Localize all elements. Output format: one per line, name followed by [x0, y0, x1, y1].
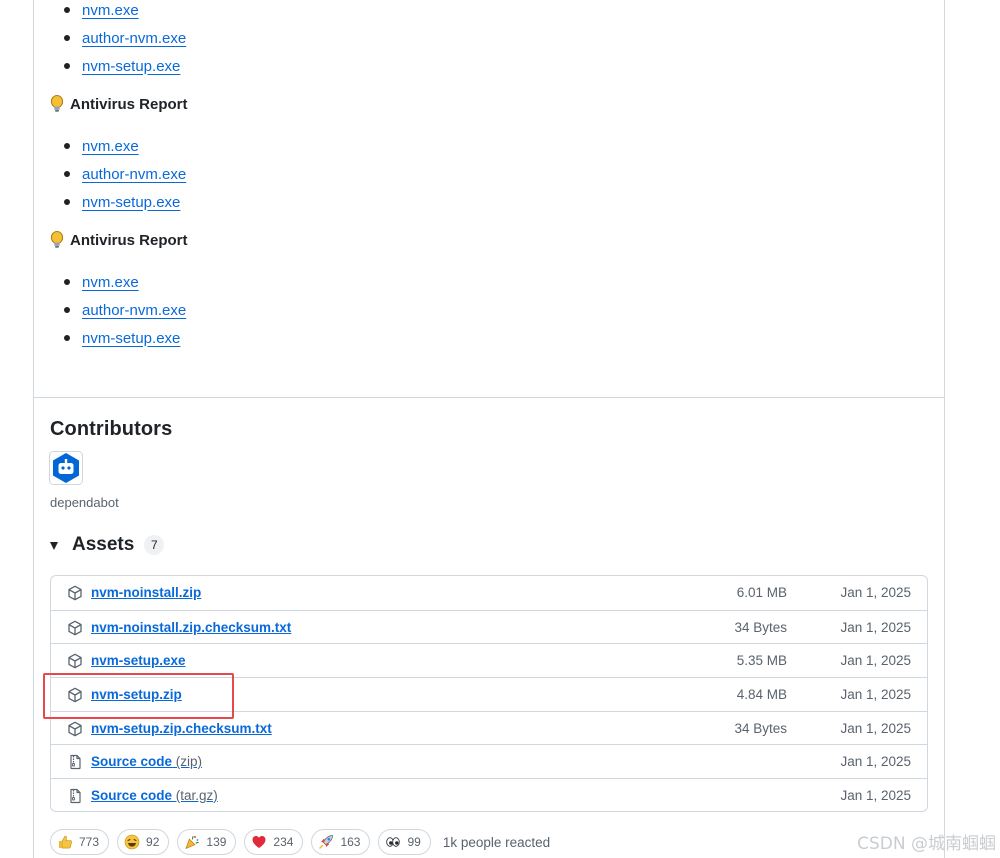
reaction-thumbs-up[interactable]: 773: [50, 829, 110, 855]
report-link-nvm-setup-exe[interactable]: nvm-setup.exe: [82, 58, 180, 75]
contributors-title: Contributors: [50, 418, 173, 440]
package-icon: [68, 654, 82, 669]
asset-link[interactable]: nvm-setup.zip.checksum.txt: [91, 721, 272, 736]
reactions-bar: 773 92 139 234 163 99 1k people reacted: [50, 829, 550, 855]
reaction-heart[interactable]: 234: [244, 829, 304, 855]
asset-size: 6.01 MB: [736, 585, 787, 601]
asset-date: Jan 1, 2025: [840, 754, 911, 770]
assets-title: Assets: [72, 534, 135, 555]
rocket-icon: [319, 835, 334, 849]
heart-icon: [252, 836, 266, 848]
eyes-icon: [386, 837, 401, 847]
list-item: nvm-setup.exe: [62, 52, 186, 80]
asset-link[interactable]: nvm-setup.exe: [91, 653, 186, 668]
assets-count-badge: 7: [144, 535, 165, 555]
annotation-highlight-box: [43, 673, 234, 719]
antivirus-report-heading: Antivirus Report: [50, 231, 188, 249]
report-link-nvm-exe[interactable]: nvm.exe: [82, 274, 139, 291]
section-divider: [33, 397, 945, 398]
asset-size: 34 Bytes: [734, 619, 787, 635]
asset-date: Jan 1, 2025: [840, 585, 911, 601]
list-item: nvm.exe: [62, 0, 186, 24]
asset-link[interactable]: Source code (zip): [91, 754, 202, 769]
report-link-nvm-setup-exe[interactable]: nvm-setup.exe: [82, 330, 180, 347]
file-zip-icon: [70, 755, 81, 770]
asset-row: Source code (tar.gz) Jan 1, 2025: [51, 778, 927, 811]
reactions-summary: 1k people reacted: [442, 834, 551, 850]
report-link-nvm-setup-exe[interactable]: nvm-setup.exe: [82, 194, 180, 211]
package-icon: [68, 620, 82, 636]
package-icon: [68, 585, 82, 601]
list-item: nvm.exe: [62, 268, 186, 296]
thumbs-up-icon: [59, 835, 72, 849]
hooray-icon: [185, 836, 200, 850]
dependabot-avatar-icon[interactable]: [49, 451, 83, 485]
asset-date: Jan 1, 2025: [840, 720, 911, 736]
report-links-1: nvm.exe author-nvm.exe nvm-setup.exe: [62, 0, 186, 80]
light-bulb-icon: [50, 95, 64, 112]
asset-row: Source code (zip) Jan 1, 2025: [51, 744, 927, 778]
report-links-2: nvm.exe author-nvm.exe nvm-setup.exe: [62, 132, 186, 216]
light-bulb-icon: [50, 231, 64, 248]
contributor-name[interactable]: dependabot: [50, 495, 119, 510]
asset-row: nvm-noinstall.zip 6.01 MB Jan 1, 2025: [51, 576, 927, 610]
list-item: author-nvm.exe: [62, 296, 186, 324]
asset-date: Jan 1, 2025: [840, 619, 911, 635]
report-link-nvm-exe[interactable]: nvm.exe: [82, 2, 139, 19]
reaction-eyes[interactable]: 99: [378, 829, 431, 855]
asset-row: nvm-noinstall.zip.checksum.txt 34 Bytes …: [51, 609, 927, 644]
asset-size: 5.35 MB: [736, 653, 787, 669]
report-links-3: nvm.exe author-nvm.exe nvm-setup.exe: [62, 268, 186, 352]
report-heading-text: Antivirus Report: [70, 231, 188, 249]
reaction-laugh[interactable]: 92: [117, 829, 170, 855]
asset-date: Jan 1, 2025: [840, 686, 911, 702]
list-item: author-nvm.exe: [62, 160, 186, 188]
asset-link[interactable]: nvm-noinstall.zip: [91, 585, 201, 600]
triangle-down-icon: [50, 542, 58, 550]
file-zip-icon: [70, 789, 81, 804]
report-link-author-nvm-exe[interactable]: author-nvm.exe: [82, 302, 186, 319]
asset-date: Jan 1, 2025: [840, 787, 911, 803]
package-icon: [68, 721, 82, 737]
asset-link[interactable]: nvm-noinstall.zip.checksum.txt: [91, 620, 291, 635]
reaction-hooray[interactable]: 139: [177, 829, 237, 855]
asset-link[interactable]: Source code (tar.gz): [91, 788, 218, 803]
asset-row: nvm-setup.exe 5.35 MB Jan 1, 2025: [51, 643, 927, 677]
report-link-author-nvm-exe[interactable]: author-nvm.exe: [82, 30, 186, 47]
report-link-nvm-exe[interactable]: nvm.exe: [82, 138, 139, 155]
asset-date: Jan 1, 2025: [840, 653, 911, 669]
asset-size: 34 Bytes: [734, 720, 787, 736]
list-item: nvm-setup.exe: [62, 188, 186, 216]
list-item: nvm.exe: [62, 132, 186, 160]
antivirus-report-heading: Antivirus Report: [50, 95, 188, 113]
assets-summary-toggle[interactable]: Assets 7: [50, 534, 165, 556]
report-heading-text: Antivirus Report: [70, 95, 188, 113]
laugh-icon: [124, 834, 140, 850]
list-item: nvm-setup.exe: [62, 324, 186, 352]
list-item: author-nvm.exe: [62, 24, 186, 52]
asset-size: 4.84 MB: [736, 686, 787, 702]
report-link-author-nvm-exe[interactable]: author-nvm.exe: [82, 166, 186, 183]
reaction-rocket[interactable]: 163: [311, 829, 371, 855]
watermark-text: CSDN @城南蝈蝈: [857, 834, 996, 854]
